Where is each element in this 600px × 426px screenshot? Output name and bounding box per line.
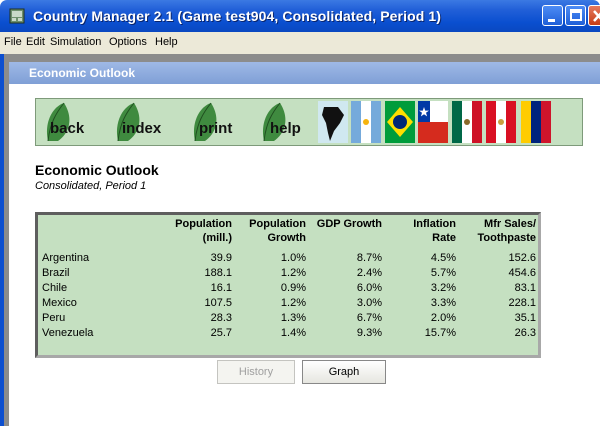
print-button[interactable]: print: [189, 101, 261, 143]
cell-population-growth: 1.2%: [280, 297, 306, 309]
menu-simulation[interactable]: Simulation: [50, 36, 101, 48]
table-row: Venezuela 25.7 1.4% 9.3% 15.7% 26.3: [42, 326, 536, 341]
cell-inflation: 4.5%: [430, 252, 456, 264]
menu-help[interactable]: Help: [155, 36, 178, 48]
child-window-title: Economic Outlook: [29, 66, 136, 80]
index-label: index: [122, 120, 162, 137]
header-country: [42, 217, 162, 251]
cell-country: Brazil: [42, 267, 70, 279]
peru-flag-icon[interactable]: [486, 101, 516, 143]
page-title: Economic Outlook: [35, 162, 159, 178]
cell-population: 107.5: [204, 297, 232, 309]
table-header-row: Population (mill.) Population Growth GDP G…: [42, 217, 536, 251]
cell-gdp-growth: 3.0%: [356, 297, 382, 309]
cell-gdp-growth: 6.0%: [356, 282, 382, 294]
cell-inflation: 3.2%: [430, 282, 456, 294]
back-button[interactable]: back: [42, 101, 110, 143]
cell-population-growth: 0.9%: [280, 282, 306, 294]
table-row: Mexico 107.5 1.2% 3.0% 3.3% 228.1: [42, 296, 536, 311]
cell-country: Venezuela: [42, 327, 94, 339]
south-america-map-icon[interactable]: [318, 101, 348, 143]
graph-button[interactable]: Graph: [302, 360, 386, 384]
title-bar: Country Manager 2.1 (Game test904, Conso…: [0, 0, 600, 32]
window-title: Country Manager 2.1 (Game test904, Conso…: [33, 8, 442, 24]
child-title-bar: Economic Outlook: [9, 62, 600, 84]
history-button[interactable]: History: [217, 360, 295, 384]
brazil-flag-icon[interactable]: [385, 101, 415, 143]
cell-population: 16.1: [210, 282, 232, 294]
cell-gdp-growth: 9.3%: [356, 327, 382, 339]
maximize-button[interactable]: [565, 5, 586, 26]
cell-gdp-growth: 8.7%: [356, 252, 382, 264]
back-label: back: [50, 120, 85, 137]
window-frame: Economic Outlook back index print help E…: [0, 54, 600, 426]
cell-mfr-sales: 26.3: [514, 327, 536, 339]
cell-inflation: 3.3%: [430, 297, 456, 309]
chile-flag-icon[interactable]: [418, 101, 448, 143]
cell-mfr-sales: 228.1: [508, 297, 536, 309]
table-row: Brazil 188.1 1.2% 2.4% 5.7% 454.6: [42, 266, 536, 281]
economic-data-table: Population (mill.) Population Growth GDP G…: [35, 212, 541, 358]
cell-population: 39.9: [210, 252, 232, 264]
app-icon: [9, 8, 25, 24]
cell-country: Mexico: [42, 297, 77, 309]
cell-mfr-sales: 152.6: [508, 252, 536, 264]
maximize-icon: [570, 9, 582, 21]
close-icon: [593, 10, 600, 22]
cell-mfr-sales: 454.6: [508, 267, 536, 279]
close-button[interactable]: [588, 5, 600, 26]
navigation-bar: back index print help: [35, 98, 583, 146]
minimize-button[interactable]: [542, 5, 563, 26]
cell-population: 25.7: [210, 327, 232, 339]
cell-population-growth: 1.4%: [280, 327, 306, 339]
header-population-growth: Population Growth: [249, 218, 306, 244]
header-gdp-growth: GDP Growth: [316, 218, 382, 230]
page-subtitle: Consolidated, Period 1: [35, 180, 147, 192]
cell-country: Peru: [42, 312, 66, 324]
help-button[interactable]: help: [258, 101, 320, 143]
cell-population-growth: 1.0%: [280, 252, 306, 264]
cell-inflation: 15.7%: [424, 327, 456, 339]
menu-options[interactable]: Options: [109, 36, 147, 48]
table-row: Peru 28.3 1.3% 6.7% 2.0% 35.1: [42, 311, 536, 326]
help-label: help: [270, 120, 301, 137]
menu-bar: File Edit Simulation Options Help: [0, 32, 600, 54]
menu-edit[interactable]: Edit: [26, 36, 45, 48]
minimize-icon: [548, 19, 555, 22]
menu-file[interactable]: File: [4, 36, 22, 48]
cell-country: Argentina: [42, 252, 90, 264]
cell-inflation: 5.7%: [430, 267, 456, 279]
argentina-flag-icon[interactable]: [351, 101, 381, 143]
cell-gdp-growth: 2.4%: [356, 267, 382, 279]
cell-population: 28.3: [210, 312, 232, 324]
cell-population-growth: 1.2%: [280, 267, 306, 279]
cell-mfr-sales: 83.1: [514, 282, 536, 294]
header-mfr-sales: Mfr Sales/Toothpaste: [477, 218, 536, 244]
cell-gdp-growth: 6.7%: [356, 312, 382, 324]
cell-population-growth: 1.3%: [280, 312, 306, 324]
mexico-flag-icon[interactable]: [452, 101, 482, 143]
index-button[interactable]: index: [112, 101, 184, 143]
cell-population: 188.1: [204, 267, 232, 279]
cell-country: Chile: [42, 282, 68, 294]
venezuela-flag-icon[interactable]: [521, 101, 551, 143]
table-row: Argentina 39.9 1.0% 8.7% 4.5% 152.6: [42, 251, 536, 266]
header-population: Population (mill.): [175, 218, 232, 244]
cell-mfr-sales: 35.1: [514, 312, 536, 324]
cell-inflation: 2.0%: [430, 312, 456, 324]
print-label: print: [199, 120, 233, 137]
table-row: Chile 16.1 0.9% 6.0% 3.2% 83.1: [42, 281, 536, 296]
header-inflation-rate: Inflation Rate: [413, 218, 456, 244]
